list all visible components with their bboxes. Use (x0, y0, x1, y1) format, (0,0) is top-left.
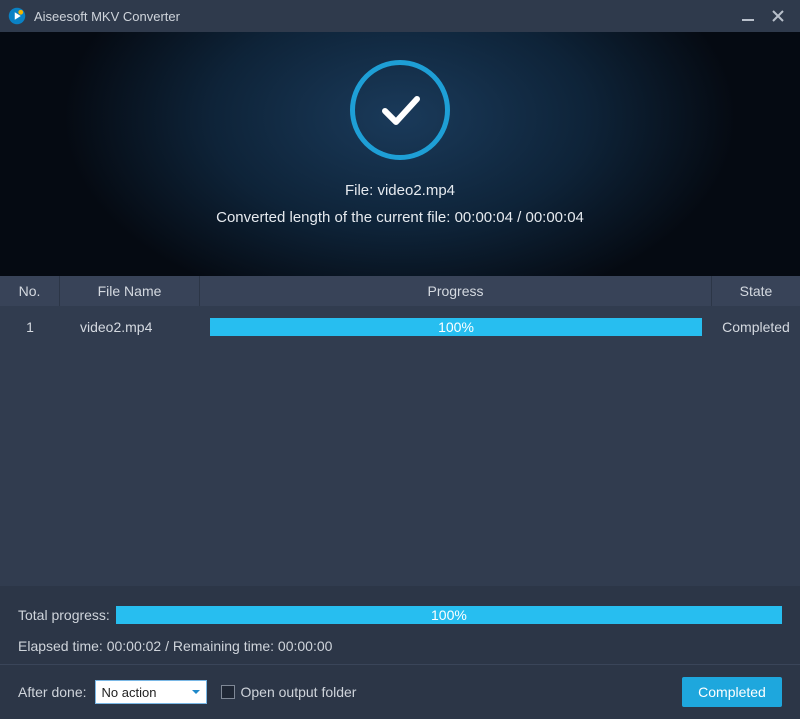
open-output-label[interactable]: Open output folder (241, 684, 357, 700)
after-done-select[interactable]: No action (95, 680, 207, 704)
col-header-filename: File Name (60, 276, 200, 306)
open-output-checkbox[interactable] (221, 685, 235, 699)
completed-button[interactable]: Completed (682, 677, 782, 707)
titlebar[interactable]: Aiseesoft MKV Converter (0, 0, 800, 32)
minimize-button[interactable] (736, 4, 760, 28)
elapsed-remaining-label: Elapsed time: 00:00:02 / Remaining time:… (18, 638, 782, 654)
completed-button-label: Completed (698, 684, 766, 700)
table-body: 1 video2.mp4 100% Completed (0, 306, 800, 586)
cell-progress: 100% (200, 306, 712, 348)
table-row[interactable]: 1 video2.mp4 100% Completed (0, 306, 800, 348)
summary-panel: Total progress: 100% Elapsed time: 00:00… (0, 586, 800, 665)
after-done-value: No action (102, 685, 157, 700)
current-file-label: File: video2.mp4 (345, 182, 455, 199)
row-progress-bar: 100% (210, 318, 702, 336)
after-done-label: After done: (18, 684, 87, 700)
col-header-state: State (712, 276, 800, 306)
dropdown-arrow-icon (186, 681, 206, 703)
converted-length-label: Converted length of the current file: 00… (216, 209, 584, 226)
row-progress-value: 100% (210, 318, 702, 336)
col-header-progress: Progress (200, 276, 712, 306)
cell-state: Completed (712, 306, 800, 348)
col-header-no: No. (0, 276, 60, 306)
footer-bar: After done: No action Open output folder… (0, 665, 800, 719)
completion-hero: File: video2.mp4 Converted length of the… (0, 32, 800, 276)
total-progress-value: 100% (116, 606, 782, 624)
success-check-icon (350, 60, 450, 160)
table-header: No. File Name Progress State (0, 276, 800, 306)
app-logo-icon (8, 7, 26, 25)
cell-filename: video2.mp4 (60, 306, 200, 348)
cell-no: 1 (0, 306, 60, 348)
app-window: Aiseesoft MKV Converter File: video2.mp4… (0, 0, 800, 719)
app-title: Aiseesoft MKV Converter (34, 9, 180, 24)
total-progress-label: Total progress: (18, 607, 110, 623)
total-progress-bar: 100% (116, 606, 782, 624)
close-button[interactable] (766, 4, 790, 28)
